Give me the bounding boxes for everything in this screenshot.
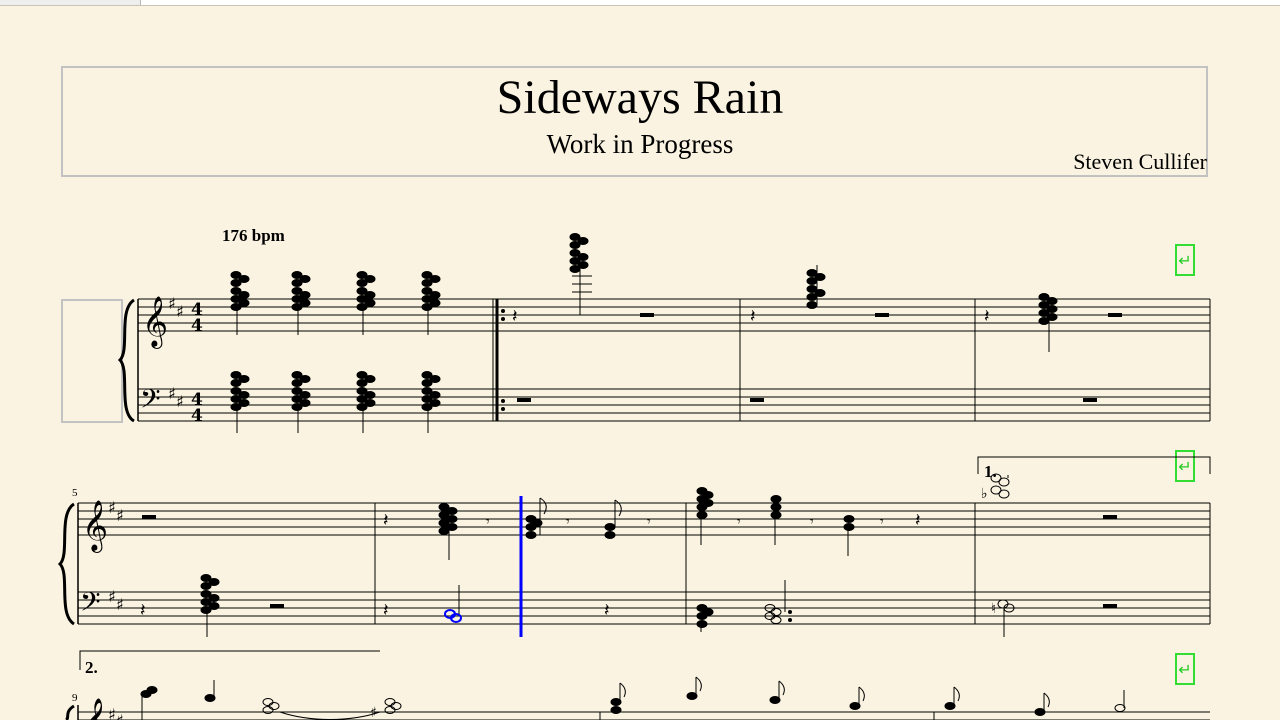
tie (279, 711, 381, 720)
chord (230, 371, 250, 433)
chord (696, 604, 714, 632)
chord (610, 682, 626, 714)
eighth-rest: 𝄾 (737, 514, 741, 530)
quarter-rest: 𝄽 (383, 600, 389, 621)
whole-rest (142, 515, 156, 519)
quarter-rest: 𝄽 (512, 306, 518, 327)
key-signature: ♯ (116, 711, 124, 720)
chord (990, 473, 1010, 499)
chord (356, 371, 376, 433)
treble-clef-icon: 𝄞 (142, 296, 168, 349)
brace (57, 502, 76, 626)
chord (291, 271, 311, 335)
whole-rest (517, 398, 531, 402)
note (769, 680, 785, 704)
whole-rest (1083, 398, 1097, 402)
note (849, 686, 865, 710)
volta-1-bracket (977, 456, 1211, 474)
quarter-rest: 𝄽 (750, 306, 756, 327)
treble-staff-2 (78, 502, 1210, 536)
treble-clef-icon: 𝄞 (82, 500, 108, 553)
chord (140, 686, 158, 720)
notes-system-2: 𝄽 𝄽 𝄾 𝄽 𝄾 𝄾 𝄽 𝄾 𝄾 𝄾 𝄽 ♭ ♮ (140, 473, 1117, 637)
brace (117, 298, 136, 423)
chord (200, 574, 220, 637)
key-signature: ♯ (168, 294, 176, 313)
quarter-rest: 𝄽 (383, 510, 389, 531)
key-signature: ♯ (176, 302, 184, 321)
chord (997, 599, 1015, 637)
chord (421, 271, 441, 335)
half-rest (875, 313, 889, 317)
bass-clef-icon: 𝄢 (80, 586, 101, 624)
treble-clef-icon: 𝄞 (82, 698, 108, 720)
notes-system-1-right: 𝄽 𝄽 𝄽 (512, 233, 1122, 402)
half-rest (640, 313, 654, 317)
half-rest (1108, 313, 1122, 317)
eighth-rest: 𝄾 (880, 514, 884, 530)
volta-2-bracket (79, 650, 380, 670)
chord (569, 233, 592, 315)
chord (438, 503, 458, 560)
note (944, 686, 960, 710)
svg-text:4: 4 (191, 406, 203, 426)
notes-system-3: ♯ (140, 676, 1126, 720)
sharp-sign: ♯ (370, 705, 377, 720)
quarter-rest: 𝄽 (984, 306, 990, 327)
score-canvas[interactable]: 𝄞 𝄢 ♯ ♯ ♯ ♯ 44 44 𝄽 𝄽 𝄽 𝄞 𝄢 ♯ ♯ ♯ ♯ 𝄽 𝄽 … (0, 0, 1280, 720)
chord (806, 265, 826, 309)
chord (384, 698, 402, 714)
eighth-rest: 𝄾 (486, 514, 490, 530)
brace (65, 704, 75, 720)
chord (764, 580, 792, 624)
chord (696, 487, 714, 545)
key-signature: ♯ (168, 384, 176, 403)
chord (291, 371, 311, 433)
chord (843, 515, 855, 556)
bass-clef-icon: 𝄢 (140, 383, 161, 421)
key-signature: ♯ (116, 506, 124, 525)
half-rest (1103, 604, 1117, 608)
eighth-rest: 𝄾 (566, 514, 570, 530)
chords-treble-1 (230, 271, 441, 335)
key-signature: ♯ (176, 392, 184, 411)
whole-rest (750, 398, 764, 402)
svg-text:4: 4 (191, 316, 203, 336)
chords-bass-1 (230, 371, 441, 433)
key-signature: ♯ (108, 498, 116, 517)
chord (262, 698, 280, 714)
chord (421, 371, 441, 433)
note (1114, 690, 1126, 712)
eighth-rest: 𝄾 (810, 514, 814, 530)
chord (230, 271, 250, 335)
eighth-rest: 𝄾 (647, 514, 651, 530)
chord (356, 271, 376, 335)
natural-sign: ♮ (991, 601, 996, 617)
key-signature: ♯ (116, 595, 124, 614)
quarter-rest: 𝄽 (604, 600, 610, 621)
note (204, 680, 216, 702)
quarter-rest: 𝄽 (140, 600, 146, 621)
flat-sign: ♭ (981, 486, 988, 502)
chord (525, 497, 547, 539)
key-signature: ♯ (108, 587, 116, 606)
key-signature: ♯ (108, 705, 116, 720)
half-rest (270, 604, 284, 608)
whole-rest (1103, 515, 1117, 519)
note (686, 676, 702, 700)
time-signature: 44 44 (191, 300, 203, 426)
bass-staff-2 (78, 591, 1210, 625)
quarter-rest: 𝄽 (915, 510, 921, 531)
